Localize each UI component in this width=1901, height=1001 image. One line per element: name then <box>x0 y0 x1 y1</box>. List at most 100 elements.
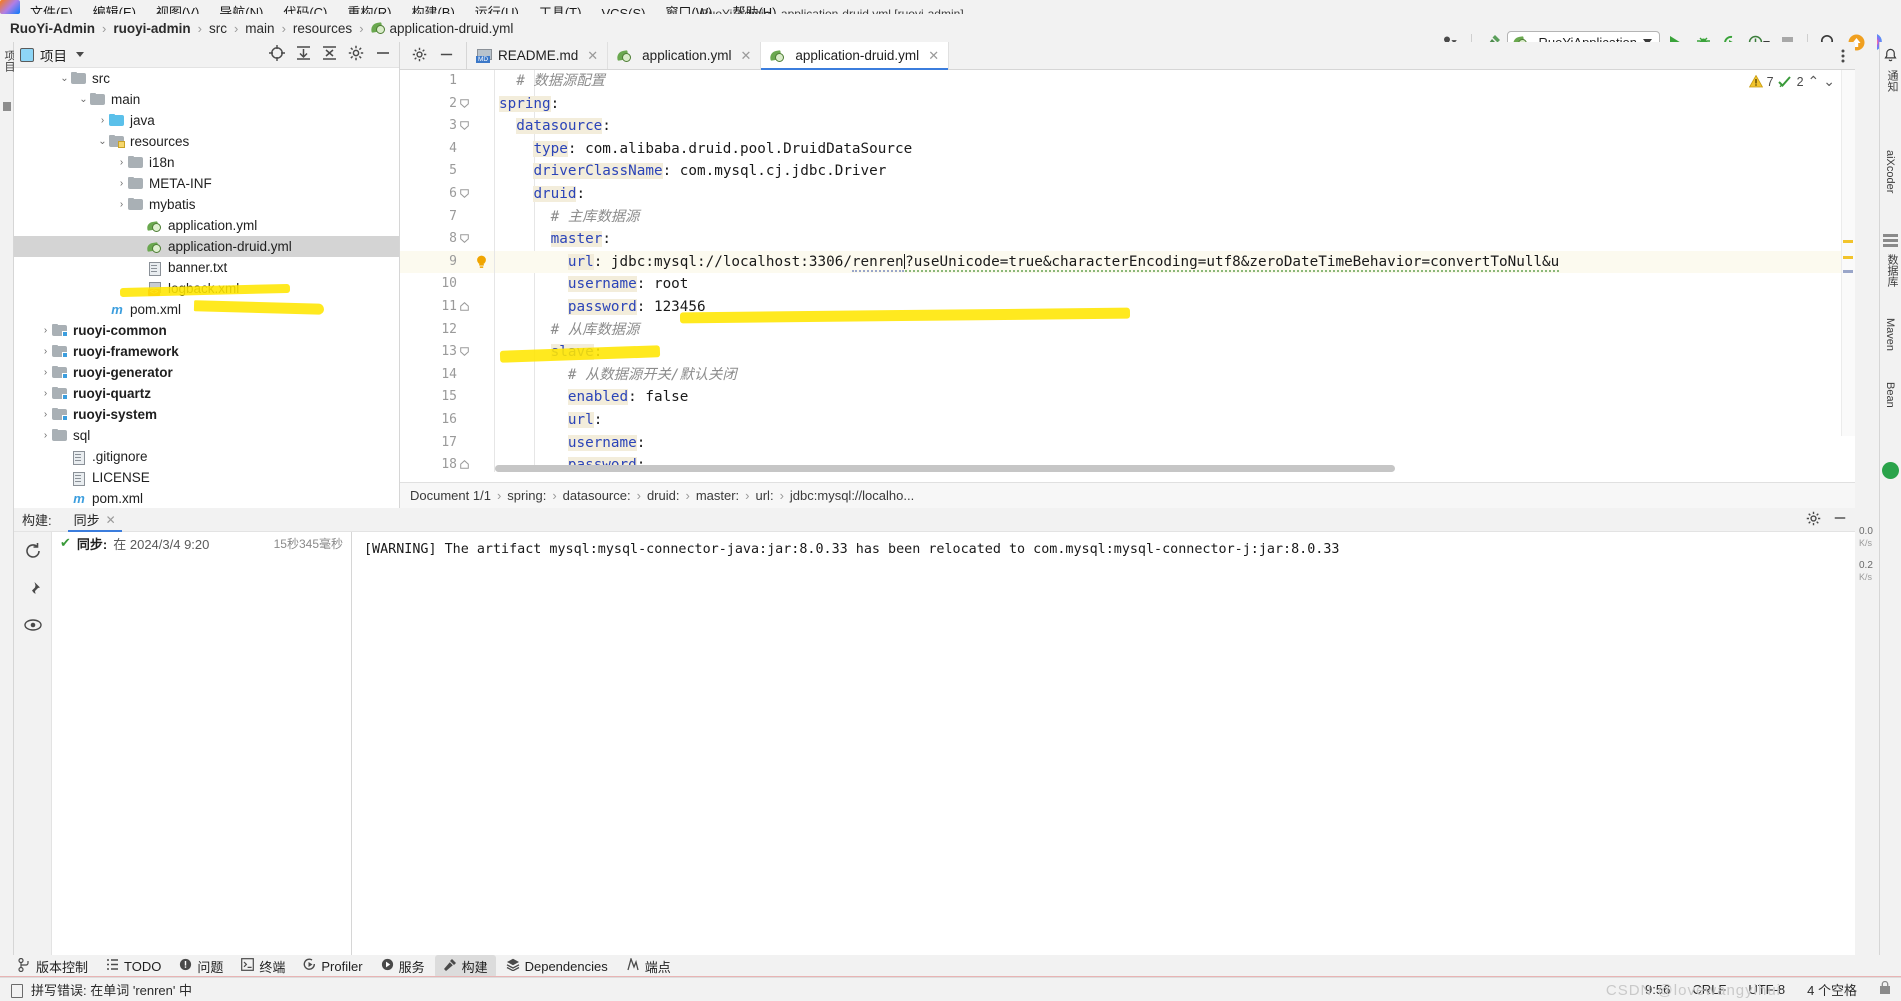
code-view[interactable]: 1 2 3 4 5 6 7 8 9 10 11 12 13 14 15 16 17 18 # 数据源配置 sprin… <box>400 70 1855 472</box>
select-opened-file-icon[interactable] <box>269 45 285 64</box>
code-fold-toggle-icon[interactable] <box>460 234 469 244</box>
menu-item-view[interactable]: 视图(V) <box>156 2 199 14</box>
build-events-tree[interactable]: ✔ 同步: 在 2024/3/4 9:20 15秒345毫秒 <box>52 532 352 958</box>
tree-node-src[interactable]: ⌄ src <box>14 68 399 89</box>
notifications-bell-icon[interactable] <box>1883 48 1898 66</box>
scrollbar-thumb[interactable] <box>495 465 1395 472</box>
menu-item-refactor[interactable]: 重构(R) <box>347 2 391 14</box>
code-line-1[interactable]: # 数据源配置 <box>495 70 1855 93</box>
chevron-right-icon[interactable]: › <box>96 115 109 126</box>
gutter-line[interactable]: 15 <box>400 386 495 409</box>
gutter-line[interactable]: 7 <box>400 206 495 229</box>
tool-window-button-dependencies[interactable]: Dependencies <box>498 956 616 976</box>
build-tab-sync[interactable]: 同步 ✕ <box>67 508 122 533</box>
menu-item-file[interactable]: 文件(F) <box>30 2 73 14</box>
code-line-3[interactable]: datasource: <box>495 115 1855 138</box>
menu-item-code[interactable]: 代码(C) <box>283 2 327 14</box>
breadcrumb-master[interactable]: master: <box>696 488 739 503</box>
tree-node-logback-xml[interactable]: logback.xml <box>14 278 399 299</box>
gutter-line[interactable]: 6 <box>400 183 495 206</box>
breadcrumb-spring[interactable]: spring: <box>507 488 546 503</box>
tab-application-druid-yml[interactable]: application-druid.yml ✕ <box>761 42 950 70</box>
next-problem-icon[interactable]: ⌄ <box>1823 73 1835 90</box>
menu-item-tools[interactable]: 工具(T) <box>539 2 582 14</box>
gutter-line[interactable]: 16 <box>400 409 495 432</box>
intention-bulb-icon[interactable] <box>475 255 488 269</box>
expand-all-icon[interactable] <box>296 45 311 64</box>
tool-window-button--[interactable]: 端点 <box>618 955 679 978</box>
tree-node-license[interactable]: LICENSE <box>14 467 399 488</box>
code-fold-toggle-icon[interactable] <box>460 98 469 108</box>
code-fold-end-icon[interactable] <box>460 301 469 311</box>
tool-window-button--[interactable]: 服务 <box>373 955 433 978</box>
tool-window-button-database[interactable]: 数据库 <box>1884 254 1900 287</box>
database-icon[interactable] <box>1883 234 1898 237</box>
tool-window-button-profiler[interactable]: Profiler <box>295 956 370 976</box>
gutter-line[interactable]: 10 <box>400 273 495 296</box>
code-line-13[interactable]: slave: <box>495 341 1855 364</box>
settings-icon[interactable] <box>348 45 364 64</box>
build-output-console[interactable]: [WARNING] The artifact mysql:mysql-conne… <box>352 532 1855 958</box>
marker-warning[interactable] <box>1843 240 1853 243</box>
code-line-15[interactable]: enabled: false <box>495 386 1855 409</box>
code-line-16[interactable]: url: <box>495 409 1855 432</box>
settings-icon[interactable] <box>412 47 427 65</box>
chevron-right-icon[interactable]: › <box>39 430 52 441</box>
code-line-12[interactable]: # 从库数据源 <box>495 319 1855 342</box>
tab-application-yml[interactable]: application.yml ✕ <box>608 42 762 69</box>
tool-window-button--[interactable]: 构建 <box>434 954 496 978</box>
tree-node-java[interactable]: › java <box>14 110 399 131</box>
tool-window-button--[interactable]: 问题 <box>171 955 231 978</box>
breadcrumb-datasource[interactable]: datasource: <box>563 488 631 503</box>
chevron-down-icon[interactable]: ⌄ <box>77 94 90 105</box>
gutter-line[interactable]: 18 <box>400 454 495 472</box>
tool-window-button-maven[interactable]: Maven <box>1884 318 1896 351</box>
breadcrumb-url-value[interactable]: jdbc:mysql://localho... <box>790 488 914 503</box>
chevron-down-icon[interactable] <box>76 52 84 57</box>
breadcrumb-url[interactable]: url: <box>756 488 774 503</box>
gutter-line[interactable]: 4 <box>400 138 495 161</box>
code-line-4[interactable]: type: com.alibaba.druid.pool.DruidDataSo… <box>495 138 1855 161</box>
eye-icon[interactable] <box>23 618 42 635</box>
tool-window-button--[interactable]: 终端 <box>233 955 293 978</box>
pin-icon[interactable] <box>25 581 41 600</box>
editor-marker-bar[interactable] <box>1841 70 1855 436</box>
chevron-right-icon[interactable]: › <box>39 325 52 336</box>
code-text[interactable]: # 数据源配置 spring: datasource: type: com.ali… <box>495 70 1855 472</box>
marker-typo[interactable] <box>1843 270 1853 273</box>
gutter-line[interactable]: 13 <box>400 341 495 364</box>
breadcrumb-item-main[interactable]: main <box>241 20 278 37</box>
breadcrumb-item-file[interactable]: application-druid.yml <box>367 20 518 37</box>
code-line-2[interactable]: spring: <box>495 93 1855 116</box>
tree-node-main[interactable]: ⌄ main <box>14 89 399 110</box>
tree-node-pom-xml[interactable]: m pom.xml <box>14 299 399 320</box>
code-line-6[interactable]: druid: <box>495 183 1855 206</box>
gutter-line[interactable]: 8 <box>400 228 495 251</box>
code-fold-toggle-icon[interactable] <box>460 189 469 198</box>
menu-item-run[interactable]: 运行(U) <box>475 2 519 14</box>
breadcrumb-item-src[interactable]: src <box>205 20 231 37</box>
previous-problem-icon[interactable]: ⌃ <box>1808 73 1820 90</box>
chevron-down-icon[interactable]: ⌄ <box>58 73 71 84</box>
code-line-14[interactable]: # 从数据源开关/默认关闭 <box>495 364 1855 387</box>
read-only-icon[interactable] <box>1879 980 1891 998</box>
build-event-row[interactable]: ✔ 同步: 在 2024/3/4 9:20 15秒345毫秒 <box>52 532 351 554</box>
project-tree[interactable]: ⌄ src ⌄ main › java ⌄ resources › i18n › META-INF › m… <box>14 68 399 508</box>
code-fold-toggle-icon[interactable] <box>460 121 469 131</box>
chevron-right-icon[interactable]: › <box>39 367 52 378</box>
chevron-right-icon[interactable]: › <box>115 157 128 168</box>
gutter-line[interactable]: 14 <box>400 364 495 387</box>
gutter-line[interactable]: 1 <box>400 70 495 93</box>
chevron-right-icon[interactable]: › <box>39 346 52 357</box>
gutter-line[interactable]: 2 <box>400 93 495 116</box>
tool-window-button-notifications[interactable]: 通知 <box>1884 70 1900 92</box>
rerun-icon[interactable] <box>24 542 42 563</box>
tool-window-button-todo[interactable]: TODO <box>98 956 169 976</box>
close-icon[interactable]: ✕ <box>587 48 598 64</box>
breadcrumb-druid[interactable]: druid: <box>647 488 680 503</box>
tree-node-ruoyi-quartz[interactable]: › ruoyi-quartz <box>14 383 399 404</box>
tree-node-mybatis[interactable]: › mybatis <box>14 194 399 215</box>
code-fold-end-icon[interactable] <box>460 460 469 469</box>
chevron-down-icon[interactable]: ⌄ <box>96 136 109 147</box>
gutter-line[interactable]: 11 <box>400 296 495 319</box>
